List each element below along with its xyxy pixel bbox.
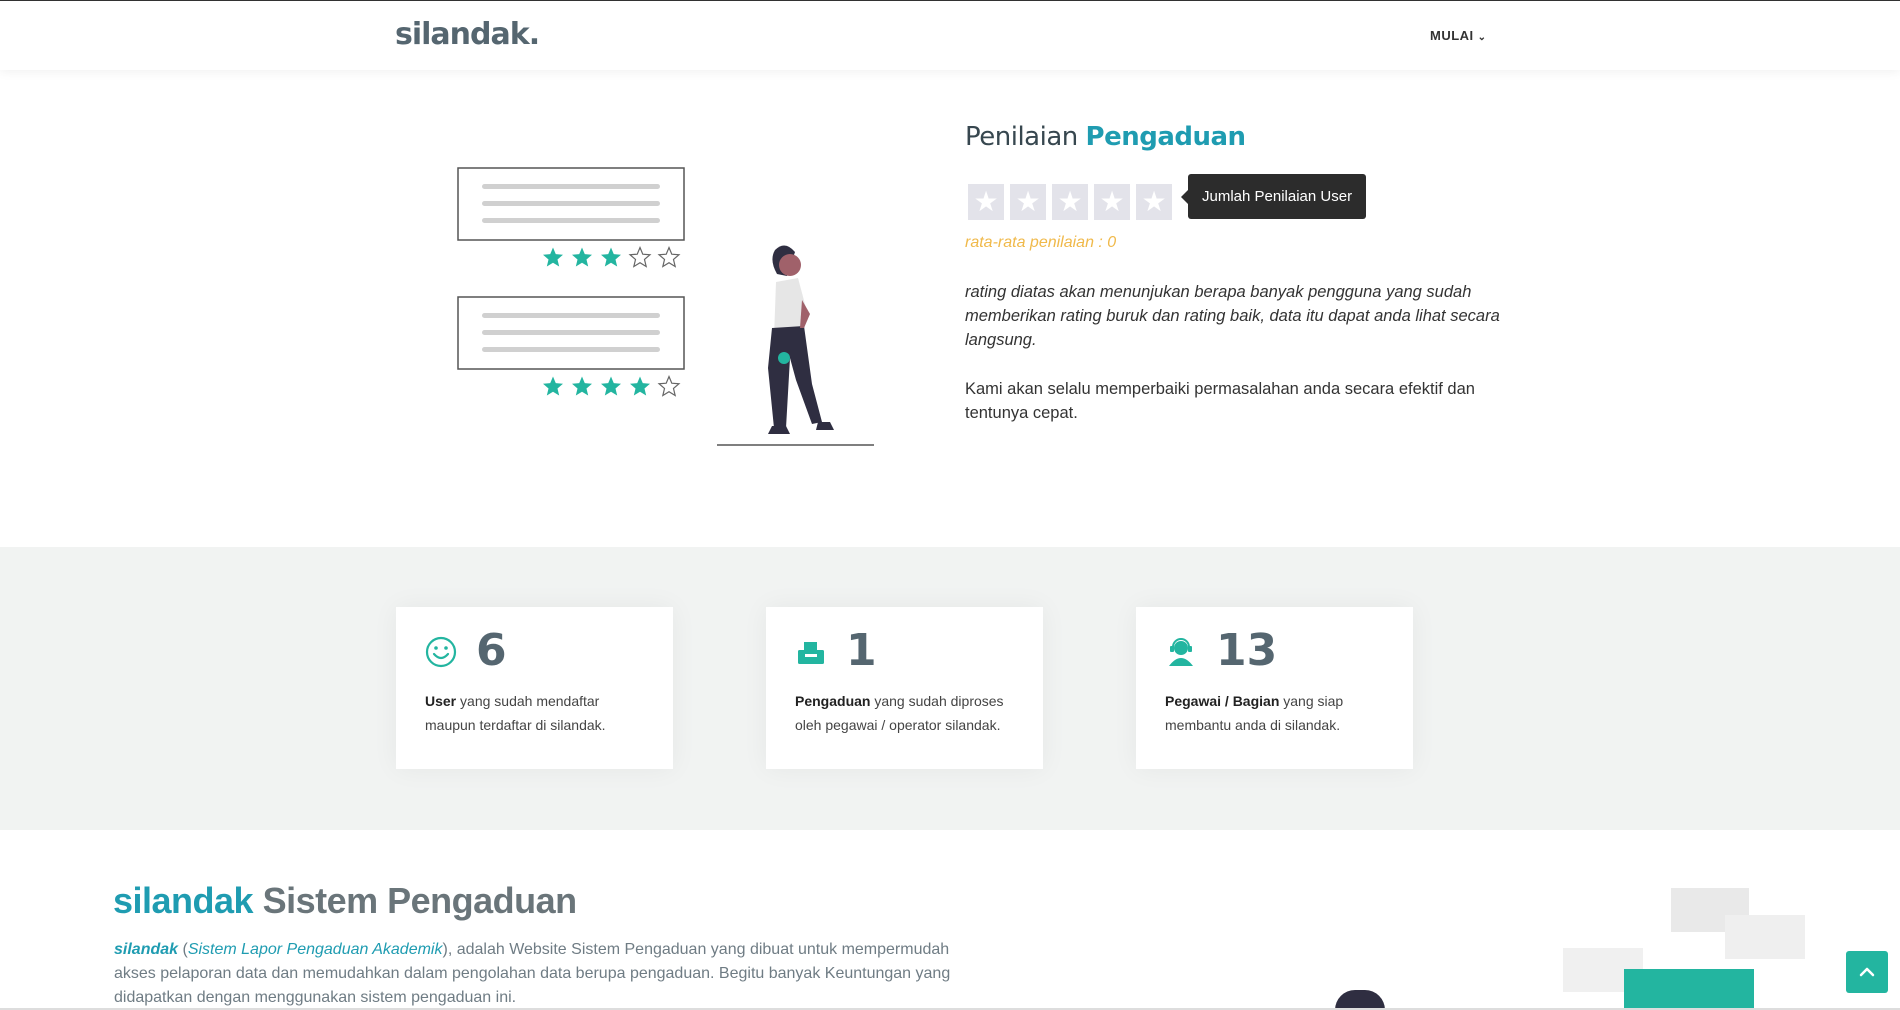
chevron-down-icon: ⌄: [1477, 32, 1487, 43]
stat-number: 6: [476, 625, 507, 676]
about-description: silandak (Sistem Lapor Pengaduan Akademi…: [114, 938, 994, 1010]
illustration-star: [628, 245, 652, 268]
stat-text: Pegawai / Bagian yang siap membantu anda…: [1165, 689, 1390, 737]
stat-number: 1: [846, 625, 877, 676]
rating-description: rating diatas akan menunjukan berapa ban…: [965, 283, 1500, 349]
illustration-star: [543, 376, 563, 396]
rating-title-accent: Pengaduan: [1085, 122, 1247, 152]
about-expansion: Sistem Lapor Pengaduan Akademik: [187, 941, 443, 958]
smile-icon: [425, 636, 457, 668]
star-2[interactable]: ★: [1010, 184, 1046, 220]
support-agent-icon: [1169, 638, 1193, 666]
about-brand: silandak: [114, 941, 179, 958]
back-to-top-button[interactable]: [1846, 951, 1888, 993]
navbar: silandak. MULAI ⌄: [0, 1, 1900, 70]
review-stars-2: [543, 374, 681, 397]
rating-illustration: [457, 167, 874, 446]
illustration-star: [572, 376, 592, 396]
stat-label: Pegawai / Bagian: [1165, 693, 1280, 709]
rating-title-plain: Penilaian: [965, 122, 1086, 152]
stat-card-user: 6 User yang sudah mendaftar maupun terda…: [396, 607, 673, 769]
inbox-tray-icon: [798, 642, 824, 664]
about-title-accent: silandak: [113, 880, 254, 921]
about-title: silandak Sistem Pengaduan: [113, 880, 577, 922]
chevron-up-icon: [1859, 967, 1875, 977]
nav-menu-mulai[interactable]: MULAI ⌄: [1430, 28, 1487, 43]
average-rating: rata-rata penilaian : 0: [965, 234, 1117, 251]
illustration-star: [543, 247, 563, 267]
star-4[interactable]: ★: [1094, 184, 1130, 220]
stat-text: Pengaduan yang sudah diproses oleh pegaw…: [795, 689, 1020, 737]
rating-tooltip: Jumlah Penilaian User: [1180, 174, 1367, 219]
review-stars-1: [543, 245, 681, 268]
illustration-star: [572, 247, 592, 267]
about-title-plain: Sistem Pengaduan: [253, 880, 578, 921]
brand-logo[interactable]: silandak.: [395, 17, 540, 52]
rating-title: Penilaian Pengaduan: [965, 122, 1246, 152]
decorative-block: [1725, 915, 1805, 959]
stat-label: Pengaduan: [795, 693, 871, 709]
woman-figure: [717, 245, 874, 446]
star-rating-input: ★ ★ ★ ★ ★: [968, 184, 1172, 220]
illustration-star: [601, 376, 621, 396]
review-card-1: [457, 167, 685, 241]
stat-text: User yang sudah mendaftar maupun terdaft…: [425, 689, 650, 737]
illustration-star: [630, 376, 650, 396]
star-5[interactable]: ★: [1136, 184, 1172, 220]
rating-description-2: Kami akan selalu memperbaiki permasalaha…: [965, 380, 1475, 422]
nav-menu-label: MULAI: [1430, 28, 1474, 43]
about-paren: (: [178, 941, 188, 958]
stat-card-pengaduan: 1 Pengaduan yang sudah diproses oleh peg…: [766, 607, 1043, 769]
stat-number: 13: [1216, 625, 1278, 676]
illustration-star: [601, 247, 621, 267]
star-1[interactable]: ★: [968, 184, 1004, 220]
decorative-figure-head: [1335, 990, 1385, 1010]
stat-card-pegawai: 13 Pegawai / Bagian yang siap membantu a…: [1136, 607, 1413, 769]
illustration-star: [657, 245, 681, 268]
decorative-block-teal: [1624, 969, 1754, 1010]
star-3[interactable]: ★: [1052, 184, 1088, 220]
stat-label: User: [425, 693, 457, 709]
review-card-2: [457, 296, 685, 370]
illustration-star: [657, 374, 681, 397]
